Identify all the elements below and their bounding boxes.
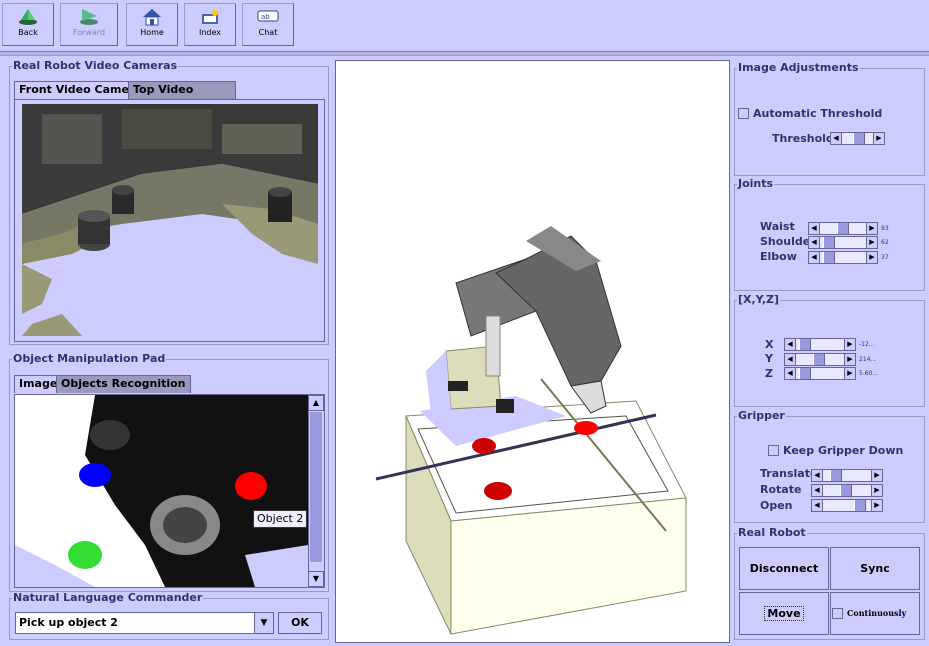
y-label: Y (765, 352, 773, 365)
toolbar-separator (0, 52, 929, 56)
image-adjustments-group: Image Adjustments Automatic Threshold Th… (734, 62, 925, 176)
chat-label: Chat (258, 28, 278, 37)
tab-objects-recognition[interactable]: Objects Recognition (56, 375, 191, 393)
gripper-title: Gripper (737, 409, 786, 422)
home-button[interactable]: Home (126, 3, 178, 46)
tab-front-camera[interactable]: Front Video Camera (14, 81, 147, 99)
auto-threshold-label: Automatic Threshold (753, 107, 883, 120)
front-camera-view (14, 99, 325, 342)
tab-top-camera[interactable]: Top Video Camera (128, 81, 236, 112)
object-tooltip: Object 2 (253, 510, 308, 528)
y-value: 214... (859, 356, 877, 363)
command-dropdown-button[interactable]: ▼ (254, 612, 274, 634)
pad-image (15, 395, 308, 587)
index-button[interactable]: Index (184, 3, 236, 46)
scroll-thumb[interactable] (310, 412, 322, 562)
keep-gripper-down-checkbox[interactable] (768, 445, 779, 456)
red-object[interactable] (235, 472, 267, 500)
rotate-slider[interactable]: ◀ ▶ (811, 484, 883, 497)
pad-title: Object Manipulation Pad (12, 352, 167, 365)
ok-button[interactable]: OK (278, 612, 322, 634)
shoulder-value: 62 (881, 239, 889, 246)
robot-arm-scene (375, 226, 687, 635)
robot-3d-view[interactable] (335, 60, 730, 643)
open-label: Open (760, 499, 793, 512)
green-object[interactable] (68, 541, 102, 569)
continuously-label: Continuously (847, 608, 907, 618)
x-value: -12... (859, 341, 875, 348)
waist-slider[interactable]: ◀ ▶ (808, 222, 878, 235)
elbow-label: Elbow (760, 250, 797, 263)
translate-slider[interactable]: ◀ ▶ (811, 469, 883, 482)
right-arrow-icon[interactable]: ▶ (873, 133, 884, 144)
x-slider[interactable]: ◀ ▶ (784, 338, 856, 351)
rotate-label: Rotate (760, 483, 802, 496)
real-robot-title: Real Robot (737, 526, 807, 539)
sync-button[interactable]: Sync (830, 547, 920, 590)
real-robot-group: Real Robot Disconnect Sync Move Continuo… (734, 527, 925, 640)
pad-scrollbar[interactable]: ▲ ▼ (308, 395, 324, 587)
gripper-group: Gripper Keep Gripper Down Translate ◀ ▶ R… (734, 410, 925, 523)
z-slider[interactable]: ◀ ▶ (784, 367, 856, 380)
move-button[interactable]: Move (739, 592, 829, 635)
pad-image-view[interactable]: Object 2 ▲ ▼ (14, 394, 325, 588)
waist-value: 93 (881, 225, 889, 232)
image-adjustments-title: Image Adjustments (737, 61, 860, 74)
waist-label: Waist (760, 220, 795, 233)
y-slider[interactable]: ◀ ▶ (784, 353, 856, 366)
joints-group: Joints Waist ◀ ▶ 93 Shoulder ◀ ▶ 62 Elbow … (734, 178, 925, 291)
elbow-slider[interactable]: ◀ ▶ (808, 251, 878, 264)
threshold-thumb[interactable] (853, 133, 865, 144)
index-label: Index (198, 28, 222, 37)
forward-label: Forward (72, 28, 106, 37)
command-input[interactable]: Pick up object 2 (15, 612, 255, 634)
z-value: 5.60... (859, 370, 879, 377)
scroll-down-icon[interactable]: ▼ (308, 571, 324, 587)
chevron-down-icon: ▼ (260, 618, 268, 628)
disconnect-button[interactable]: Disconnect (739, 547, 829, 590)
home-label: Home (140, 28, 164, 37)
shoulder-slider[interactable]: ◀ ▶ (808, 236, 878, 249)
joints-title: Joints (737, 177, 775, 190)
index-icon (202, 10, 218, 24)
x-label: X (765, 338, 774, 351)
commander-group: Natural Language Commander Pick up objec… (9, 592, 329, 640)
home-icon (143, 9, 161, 26)
open-slider[interactable]: ◀ ▶ (811, 499, 883, 512)
cameras-group: Real Robot Video Cameras Front Video Cam… (9, 60, 329, 345)
chat-button[interactable]: ab Chat (242, 3, 294, 46)
xyz-title: [X,Y,Z] (737, 293, 781, 306)
forward-arrow-icon (80, 9, 98, 25)
commander-title: Natural Language Commander (12, 591, 204, 604)
keep-gripper-down-label: Keep Gripper Down (783, 444, 904, 457)
toolbar: Back Forward Home Index ab Chat (0, 0, 929, 52)
back-arrow-icon (19, 9, 37, 25)
move-label: Move (764, 606, 804, 621)
threshold-label: Threshold (772, 132, 834, 145)
svg-text:ab: ab (261, 13, 270, 21)
continuously-checkbox[interactable] (832, 608, 843, 619)
forward-button[interactable]: Forward (60, 3, 118, 46)
threshold-slider[interactable]: ◀ ▶ (830, 132, 885, 145)
translate-label: Translate (760, 467, 818, 480)
blue-object[interactable] (79, 463, 111, 487)
auto-threshold-checkbox[interactable] (738, 108, 749, 119)
continuously-box: Continuously (830, 592, 920, 635)
scroll-up-icon[interactable]: ▲ (308, 395, 324, 411)
left-arrow-icon[interactable]: ◀ (831, 133, 842, 144)
z-label: Z (765, 367, 773, 380)
elbow-value: 37 (881, 254, 889, 261)
back-label: Back (18, 28, 38, 37)
camera-image (22, 104, 318, 336)
chat-icon: ab (257, 10, 279, 22)
xyz-group: [X,Y,Z] X ◀ ▶ -12... Y ◀ ▶ 214... Z ◀ ▶ 5.6… (734, 294, 925, 407)
pad-group: Object Manipulation Pad Image Objects Re… (9, 353, 329, 592)
back-button[interactable]: Back (2, 3, 54, 46)
cameras-title: Real Robot Video Cameras (12, 59, 179, 72)
